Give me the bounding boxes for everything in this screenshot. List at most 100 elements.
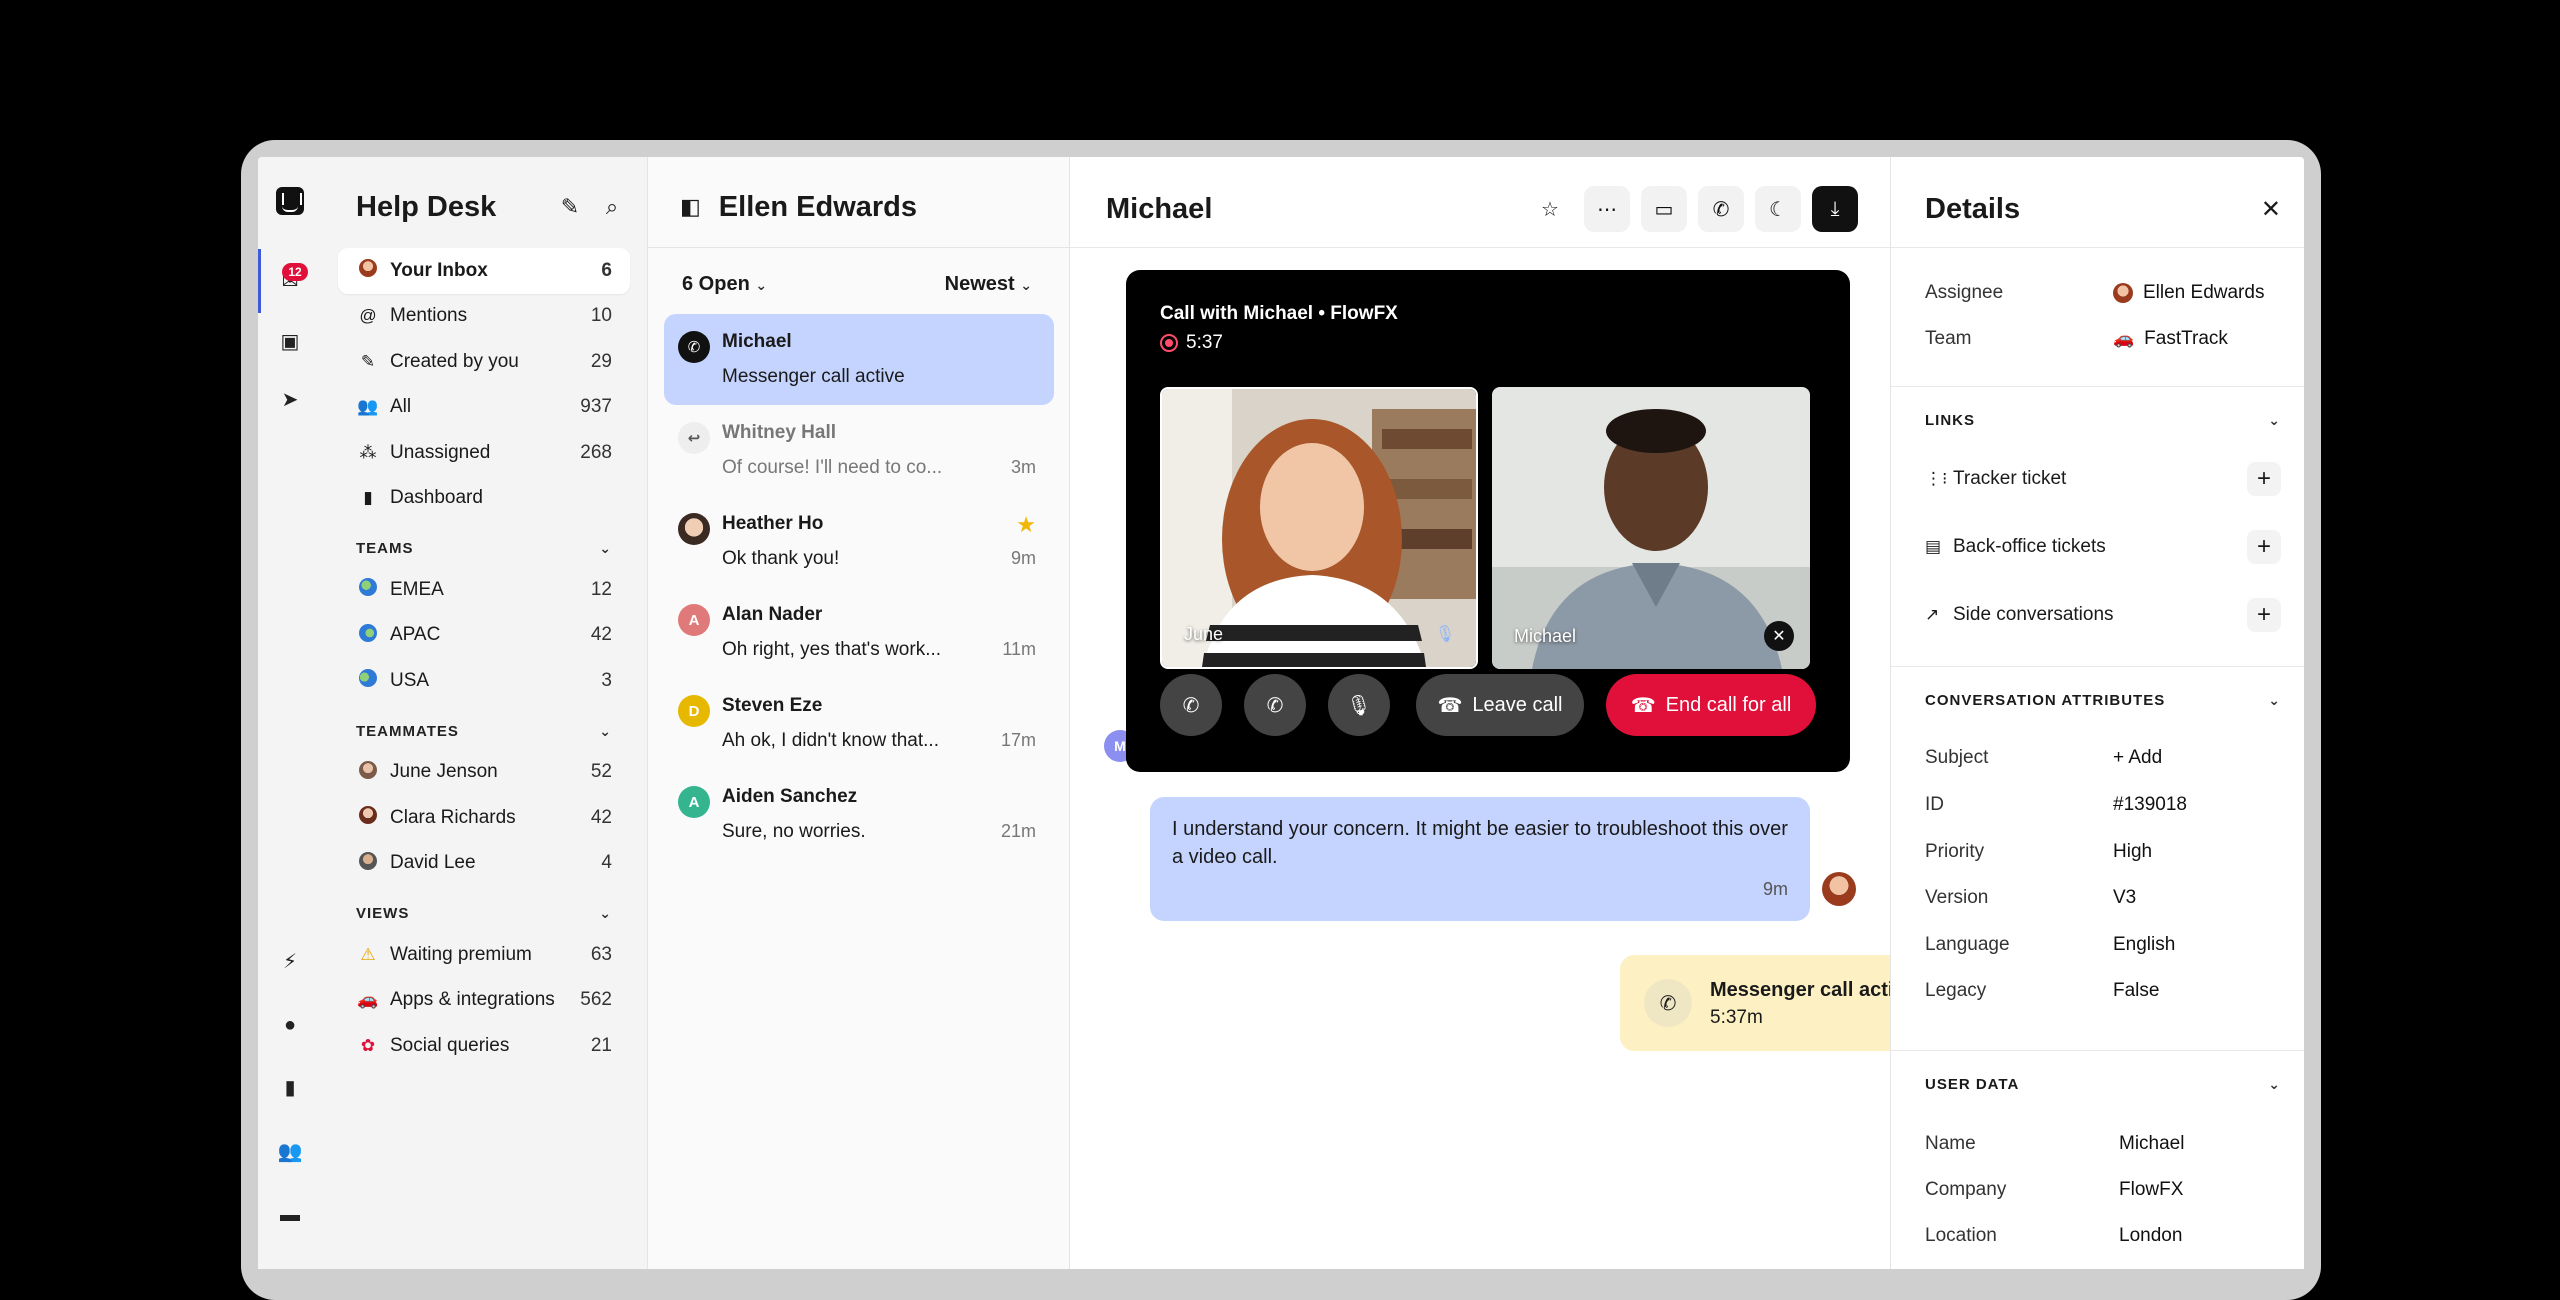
leave-call-button[interactable]: ☎ Leave call [1416, 674, 1584, 736]
close-conversation-icon[interactable]: ⤓ [1812, 186, 1858, 232]
conversation-item[interactable]: A Alan Nader Oh right, yes that's work..… [664, 587, 1054, 678]
lightbulb-icon[interactable]: ● [278, 1013, 302, 1037]
nav-item-count: 29 [590, 350, 612, 372]
link-back-office-tickets[interactable]: ▤ Back-office tickets + [1925, 527, 2281, 567]
end-call-for-all-button[interactable]: ☎ End call for all [1606, 674, 1816, 736]
sort-dropdown[interactable]: Newest ⌄ [945, 273, 1032, 296]
nav-item-team-usa[interactable]: USA 3 [338, 658, 630, 704]
attribute-row[interactable]: Subject + Add [1925, 743, 2285, 773]
video-tile-june[interactable]: June 🎙 [1160, 387, 1478, 669]
teams-section-header[interactable]: TEAMS ⌄ [338, 521, 630, 567]
reports-icon[interactable]: ▮ [278, 1075, 302, 1099]
bot-icon[interactable]: ▣ [278, 329, 302, 353]
leave-call-label: Leave call [1472, 693, 1563, 716]
reply-icon: ↩ [678, 422, 710, 454]
nav-item-mentions[interactable]: @ Mentions 10 [338, 294, 630, 340]
contacts-icon[interactable]: 👥 [278, 1139, 303, 1163]
nav-item-teammate[interactable]: Clara Richards 42 [338, 795, 630, 841]
more-icon[interactable]: ⋯ [1584, 186, 1630, 232]
transfer-call-button[interactable]: ✆ [1160, 674, 1222, 736]
conversation-time: 11m [1002, 639, 1036, 659]
snooze-icon[interactable]: ☾ [1755, 186, 1801, 232]
phone-hold-icon: ✆ [1266, 694, 1284, 717]
nav-item-dashboard[interactable]: ▮ Dashboard [338, 476, 630, 522]
assignee-row[interactable]: Assignee Ellen Edwards [1925, 278, 2285, 308]
nav-item-count: 42 [590, 624, 612, 646]
sidebar-toggle-icon[interactable]: ◧ [680, 194, 701, 220]
conversation-item[interactable]: ✆ Michael Messenger call active [664, 314, 1054, 405]
add-icon[interactable]: + [2247, 598, 2281, 632]
ticket-icon[interactable]: ▭ [1641, 186, 1687, 232]
search-icon[interactable]: ⌕ [594, 189, 630, 225]
apps-icon[interactable]: ▬ [278, 1203, 302, 1227]
conversation-main: Michael ☆ ⋯ ▭ ✆ ☾ ⤓ M Call with Michael … [1070, 157, 2106, 1269]
compose-icon[interactable]: ✎ [552, 189, 588, 225]
conversation-item[interactable]: A Aiden Sanchez Sure, no worries. 21m [664, 769, 1054, 860]
add-icon[interactable]: + [2247, 530, 2281, 564]
attributes-section-header[interactable]: CONVERSATION ATTRIBUTES ⌄ [1925, 685, 2281, 715]
conversation-item[interactable]: ↩ Whitney Hall Of course! I'll need to c… [664, 405, 1054, 496]
phone-icon[interactable]: ✆ [1698, 186, 1744, 232]
attribute-row[interactable]: Version V3 [1925, 883, 2285, 913]
nav-item-your-inbox[interactable]: Your Inbox 6 [338, 248, 630, 294]
mute-button[interactable]: 🎙 [1328, 674, 1390, 736]
conversation-name: Michael [722, 331, 792, 352]
conversation-item[interactable]: D Steven Eze Ah ok, I didn't know that..… [664, 678, 1054, 769]
status-filter-label: 6 Open [682, 272, 750, 295]
close-icon[interactable]: ✕ [2261, 195, 2281, 224]
at-icon: @ [359, 306, 377, 326]
field-label: Name [1925, 1133, 1976, 1154]
agent-avatar [1822, 872, 1856, 906]
nav-item-teammate[interactable]: June Jenson 52 [338, 750, 630, 796]
conversation-items: ✆ Michael Messenger call active ↩ Whitne… [664, 314, 1054, 860]
sort-label: Newest [944, 272, 1015, 295]
attribute-row[interactable]: Legacy False [1925, 976, 2285, 1006]
status-filter-dropdown[interactable]: 6 Open ⌄ [682, 273, 767, 296]
chevron-down-icon: ⌄ [2268, 691, 2281, 708]
attribute-row[interactable]: Priority High [1925, 837, 2285, 867]
conversation-item[interactable]: Heather Ho ★ Ok thank you! 9m [664, 496, 1054, 587]
field-label: Language [1925, 934, 2010, 955]
send-icon[interactable]: ➤ [278, 387, 302, 411]
team-row[interactable]: Team 🚗 FastTrack [1925, 324, 2285, 354]
field-value: English [2113, 934, 2176, 955]
add-icon[interactable]: + [2247, 462, 2281, 496]
views-section-header[interactable]: VIEWS ⌄ [338, 886, 630, 932]
nav-item-team-emea[interactable]: EMEA 12 [338, 567, 630, 613]
user-data-row[interactable]: Company FlowFX [1925, 1175, 2285, 1205]
call-controls: ✆ ✆ 🎙 ☎ Leave call ☎ End call for all [1160, 674, 1818, 736]
attribute-row[interactable]: Language English [1925, 930, 2285, 960]
nav-item-view-waiting-premium[interactable]: ⚠ Waiting premium 63 [338, 932, 630, 978]
user-data-section-header[interactable]: USER DATA ⌄ [1925, 1069, 2281, 1099]
nav-item-count: 52 [590, 761, 612, 783]
message-bubble: I understand your concern. It might be e… [1150, 797, 1810, 921]
hold-call-button[interactable]: ✆ [1244, 674, 1306, 736]
link-tracker-ticket[interactable]: ⋮⁝ Tracker ticket + [1925, 459, 2281, 499]
video-tile-michael[interactable]: Michael ✕ [1492, 387, 1810, 669]
links-section-header[interactable]: LINKS ⌄ [1925, 405, 2281, 435]
call-timer-value: 5:37 [1186, 332, 1223, 353]
inbox-owner: Ellen Edwards [718, 190, 918, 223]
user-data-row[interactable]: Location London [1925, 1221, 2285, 1251]
nav-item-team-apac[interactable]: APAC 42 [338, 613, 630, 659]
nav-item-view-social[interactable]: ✿ Social queries 21 [338, 1023, 630, 1069]
nav-item-view-apps[interactable]: 🚗 Apps & integrations 562 [338, 978, 630, 1024]
nav-item-created-by-you[interactable]: ✎ Created by you 29 [338, 339, 630, 385]
teammates-section-header[interactable]: TEAMMATES ⌄ [338, 704, 630, 750]
star-icon[interactable]: ☆ [1527, 186, 1573, 232]
nav-item-teammate[interactable]: David Lee 4 [338, 841, 630, 887]
divider [1891, 1050, 2304, 1051]
field-label: Subject [1925, 747, 1989, 768]
nav-item-label: APAC [390, 624, 441, 646]
link-side-conversations[interactable]: ↗ Side conversations + [1925, 595, 2281, 635]
conversation-name: Alan Nader [722, 604, 823, 625]
user-data-row[interactable]: Name Michael [1925, 1129, 2285, 1159]
nav-item-count: 63 [590, 943, 612, 965]
app-logo-icon[interactable] [276, 187, 304, 215]
attribute-row[interactable]: ID #139018 [1925, 790, 2285, 820]
lightning-icon[interactable]: ⚡ [278, 949, 302, 973]
conversation-preview: Messenger call active [722, 366, 905, 387]
conversation-name: Heather Ho [722, 513, 824, 534]
nav-item-unassigned[interactable]: ⁂ Unassigned 268 [338, 430, 630, 476]
nav-item-all[interactable]: 👥 All 937 [338, 385, 630, 431]
